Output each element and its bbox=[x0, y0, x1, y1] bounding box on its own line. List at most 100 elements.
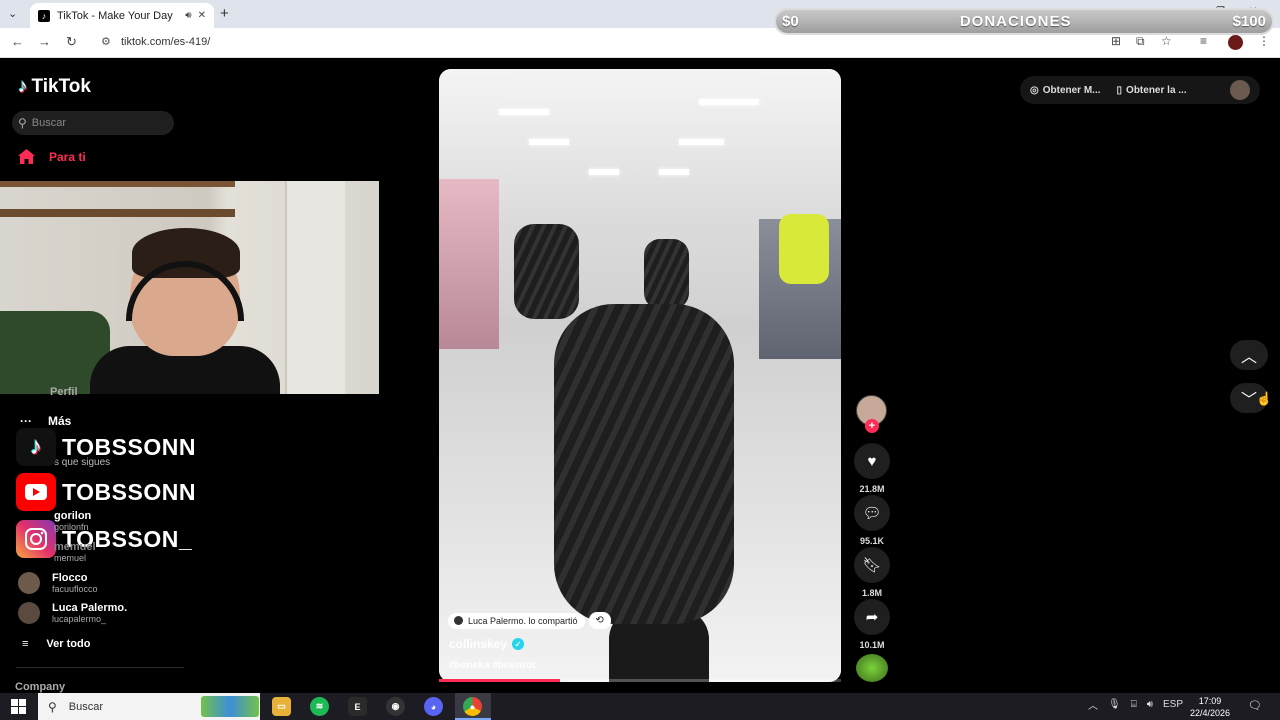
following-item-gorilon[interactable]: gorilon gorilonfn bbox=[54, 510, 91, 532]
following-handle: facuuflocco bbox=[52, 584, 98, 594]
system-tray: ︿ 🎙︎ ⌸ 🔊︎ ESP bbox=[1088, 697, 1183, 712]
translate-icon[interactable]: ⊞ bbox=[1111, 34, 1121, 48]
repost-icon[interactable]: ⟲ bbox=[588, 612, 611, 629]
taskbar-clock[interactable]: 17:09 22/4/2026 bbox=[1190, 695, 1230, 719]
discord-icon[interactable]: ◕ bbox=[424, 697, 443, 716]
share-action[interactable]: ➦ 10.1M bbox=[853, 599, 891, 650]
cast-icon[interactable]: ⧉ bbox=[1136, 34, 1145, 49]
spotify-icon[interactable]: ≋ bbox=[310, 697, 329, 716]
obs-icon[interactable]: ◉ bbox=[386, 697, 405, 716]
chrome-icon[interactable]: ● bbox=[463, 697, 482, 716]
microphone-icon[interactable]: 🎙︎ bbox=[1108, 699, 1121, 710]
back-arrow-icon[interactable]: ← bbox=[11, 34, 24, 49]
close-tab-icon[interactable]: ✕ bbox=[198, 10, 206, 21]
heart-icon[interactable]: ♥ bbox=[854, 443, 890, 479]
user-avatar[interactable] bbox=[1230, 80, 1250, 100]
video-frame-safety-vest bbox=[779, 214, 829, 284]
follow-plus-icon[interactable]: + bbox=[865, 419, 879, 433]
avatar bbox=[18, 602, 40, 624]
following-handle: lucapalermo_ bbox=[52, 614, 107, 624]
notification-icon[interactable]: 🗨︎ bbox=[1248, 699, 1262, 712]
nav-profile-partial[interactable]: Perfil bbox=[50, 386, 78, 398]
chevron-up-icon: ︿ bbox=[1240, 349, 1257, 366]
url-field[interactable]: tiktok.com/es-419/ bbox=[121, 36, 210, 48]
like-action[interactable]: ♥ 21.8M bbox=[853, 443, 891, 494]
bookmark-icon[interactable]: 🔖︎ bbox=[854, 547, 890, 583]
search-icon: ⚲ bbox=[18, 116, 27, 130]
coin-icon: ◎ bbox=[1030, 84, 1039, 96]
following-item-luca-palermo[interactable]: Luca Palermo. lucapalermo_ bbox=[18, 602, 127, 624]
video-progress-fill bbox=[439, 679, 560, 682]
browser-tab[interactable]: ♪ TikTok - Make Your Day 🔊︎ ✕ bbox=[30, 3, 214, 28]
webcam-overlay bbox=[0, 181, 379, 394]
video-frame-ceiling bbox=[439, 69, 841, 229]
forward-arrow-icon[interactable]: → bbox=[38, 34, 51, 49]
video-author[interactable]: collinskey ✓ bbox=[449, 637, 525, 651]
tiktok-logo[interactable]: ♪ TikTok bbox=[18, 76, 91, 98]
search-highlight-image bbox=[201, 696, 259, 717]
nav-for-you[interactable]: Para ti bbox=[18, 149, 86, 164]
video-player[interactable] bbox=[439, 69, 841, 682]
new-tab-plus-icon[interactable]: + bbox=[220, 5, 229, 22]
file-explorer-icon[interactable]: ▭ bbox=[272, 697, 291, 716]
get-coins-label: Obtener M... bbox=[1042, 84, 1101, 96]
chevron-down-icon: ﹀ bbox=[1240, 392, 1257, 409]
following-name: memuel bbox=[54, 541, 96, 553]
search-box[interactable]: ⚲ bbox=[12, 111, 174, 135]
nav-for-you-label: Para ti bbox=[49, 149, 86, 164]
shared-by-pill[interactable]: Luca Palermo. lo compartió bbox=[448, 612, 585, 629]
get-app-button[interactable]: ▯ Obtener la ... bbox=[1117, 85, 1187, 96]
language-indicator[interactable]: ESP bbox=[1163, 699, 1183, 710]
save-action[interactable]: 🔖︎ 1.8M bbox=[853, 547, 891, 598]
browser-profile-avatar[interactable] bbox=[1228, 35, 1243, 50]
instagram-logo-icon bbox=[16, 520, 56, 558]
search-input[interactable] bbox=[31, 117, 162, 129]
video-frame-light bbox=[659, 169, 689, 175]
windows-start-icon[interactable] bbox=[11, 699, 26, 714]
shared-by-row: Luca Palermo. lo compartió ⟲ bbox=[448, 612, 611, 629]
video-frame-tire-foreground bbox=[554, 304, 734, 624]
author-name: collinskey bbox=[449, 637, 508, 651]
more-dots-icon: ··· bbox=[20, 414, 32, 428]
clock-date: 22/4/2026 bbox=[1190, 708, 1231, 718]
video-frame-tire bbox=[644, 239, 689, 309]
verified-badge-icon: ✓ bbox=[512, 638, 525, 650]
tab-search-chevron-icon[interactable]: ⌄ bbox=[8, 7, 17, 20]
youtube-logo-icon bbox=[16, 473, 56, 511]
shared-by-label: Luca Palermo. lo compartió bbox=[468, 615, 578, 626]
company-section-heading[interactable]: Company bbox=[15, 681, 65, 693]
get-coins-button[interactable]: ◎ Obtener M... bbox=[1030, 85, 1101, 96]
taskbar-search-label: Buscar bbox=[68, 700, 104, 713]
following-item-flocco[interactable]: Flocco facuuflocco bbox=[18, 572, 98, 594]
hand-cursor-icon: ☝ bbox=[1256, 391, 1273, 406]
taskbar-search[interactable]: ⚲ Buscar bbox=[38, 693, 260, 720]
browser-menu-icon[interactable]: ⋮ bbox=[1258, 34, 1270, 48]
bookmark-star-icon[interactable]: ☆ bbox=[1161, 34, 1172, 48]
following-item-memuel[interactable]: memuel memuel bbox=[54, 541, 96, 563]
speaker-icon[interactable]: 🔊︎ bbox=[185, 10, 191, 21]
share-arrow-icon[interactable]: ➦ bbox=[854, 599, 890, 635]
video-frame-light bbox=[699, 99, 759, 105]
video-hashtags[interactable]: #boneka #brainrot bbox=[449, 660, 536, 671]
donation-goal: $100 bbox=[1232, 13, 1266, 30]
comment-icon[interactable]: 💬︎ bbox=[854, 495, 890, 531]
volume-icon[interactable]: 🔊︎ bbox=[1147, 699, 1153, 710]
site-info-icon[interactable]: ⚙ bbox=[101, 35, 111, 48]
overlay-social-youtube: TOBSSONN bbox=[16, 473, 196, 511]
donation-goal-bar: $0 DONACIONES $100 bbox=[774, 8, 1274, 35]
comment-action[interactable]: 💬︎ 95.1K bbox=[853, 495, 891, 546]
nav-more[interactable]: ··· Más bbox=[20, 414, 71, 428]
following-name: Flocco bbox=[52, 572, 88, 584]
network-icon[interactable]: ⌸ bbox=[1131, 699, 1137, 710]
see-all-following[interactable]: ≡ Ver todo bbox=[22, 638, 90, 650]
epic-games-icon[interactable]: E bbox=[348, 697, 367, 716]
save-count: 1.8M bbox=[861, 588, 882, 598]
previous-video-button[interactable]: ︿ bbox=[1230, 340, 1268, 370]
chevron-up-icon[interactable]: ︿ bbox=[1088, 697, 1098, 712]
logo-text: TikTok bbox=[31, 76, 91, 97]
music-disc-icon[interactable] bbox=[856, 654, 888, 682]
media-control-icon[interactable]: ≡ bbox=[1200, 34, 1207, 48]
list-icon: ≡ bbox=[22, 638, 29, 650]
overlay-social-instagram: TOBSSON_ bbox=[16, 520, 192, 558]
reload-icon[interactable]: ↻ bbox=[66, 34, 77, 50]
